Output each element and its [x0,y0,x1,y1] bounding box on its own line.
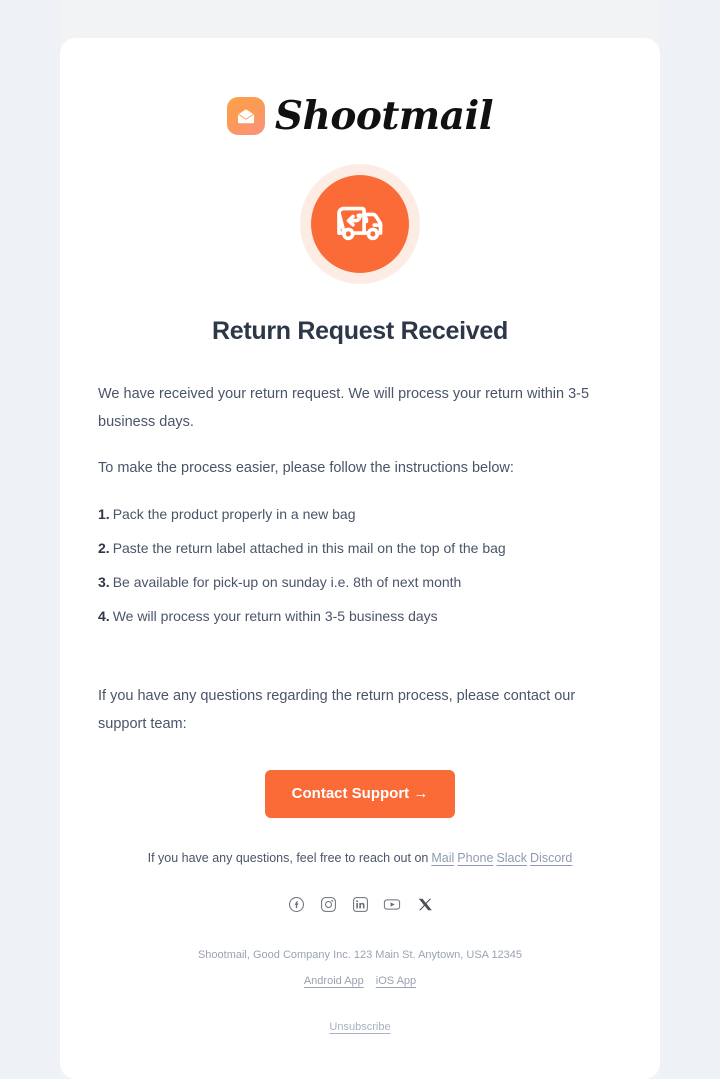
list-item: 2. Paste the return label attached in thi… [98,538,622,558]
x-icon[interactable] [415,895,433,913]
instructions-lead: To make the process easier, please follo… [98,460,514,476]
company-address: Shootmail, Good Company Inc. 123 Main St… [197,949,523,961]
android-app-link[interactable]: Android App [304,975,364,987]
return-truck-icon [332,194,388,255]
contact-support-button[interactable]: Contact Support → [264,770,456,818]
step-text: Paste the return label attached in this … [112,540,506,556]
list-item: 1. Pack the product properly in a new bag [98,504,622,524]
social-links [92,895,628,913]
step-number: 4. [98,608,110,624]
unsubscribe-link[interactable]: Unsubscribe [329,1021,390,1033]
email-card: Shootmail Return Request Received We hav… [60,38,660,1079]
step-number: 3. [98,574,110,590]
step-number: 1. [98,506,110,522]
step-text: Pack the product properly in a new bag [112,506,356,522]
list-item: 3. Be available for pick-up on sunday i.e… [98,572,622,592]
instruction-list: 1. Pack the product properly in a new bag… [98,504,622,626]
brand-header: Shootmail [92,38,628,136]
intro-paragraph: We have received your return request. We… [98,386,590,430]
brand-name: Shootmail [274,93,494,139]
footer-link-phone[interactable]: Phone [457,851,493,865]
facebook-icon[interactable] [287,895,305,913]
step-text: We will process your return within 3-5 b… [112,608,438,624]
footer-link-slack[interactable]: Slack [496,851,527,865]
email-body: We have received your return request. We… [92,380,628,738]
envelope-icon [226,97,265,135]
ios-app-link[interactable]: iOS App [376,975,416,987]
app-links: Android App iOS App [92,973,628,989]
support-paragraph: If you have any questions regarding the … [98,688,576,732]
hero-icon-wrap [92,164,628,284]
hero-ring [300,164,420,284]
youtube-icon[interactable] [383,895,401,913]
reach-out-line: If you have any questions, feel free to … [92,849,628,867]
footer-link-discord[interactable]: Discord [530,851,572,865]
unsubscribe-row: Unsubscribe [92,1019,628,1079]
step-text: Be available for pick-up on sunday i.e. … [112,574,462,590]
reach-out-text: If you have any questions, feel free to … [147,851,429,865]
list-item: 4. We will process your return within 3-5… [98,606,622,626]
page-title: Return Request Received [212,317,508,345]
linkedin-icon[interactable] [351,895,369,913]
footer-link-mail[interactable]: Mail [431,851,454,865]
step-number: 2. [98,540,110,556]
hero-disc [311,175,409,273]
cta-row: Contact Support → [92,770,628,818]
instagram-icon[interactable] [319,895,337,913]
